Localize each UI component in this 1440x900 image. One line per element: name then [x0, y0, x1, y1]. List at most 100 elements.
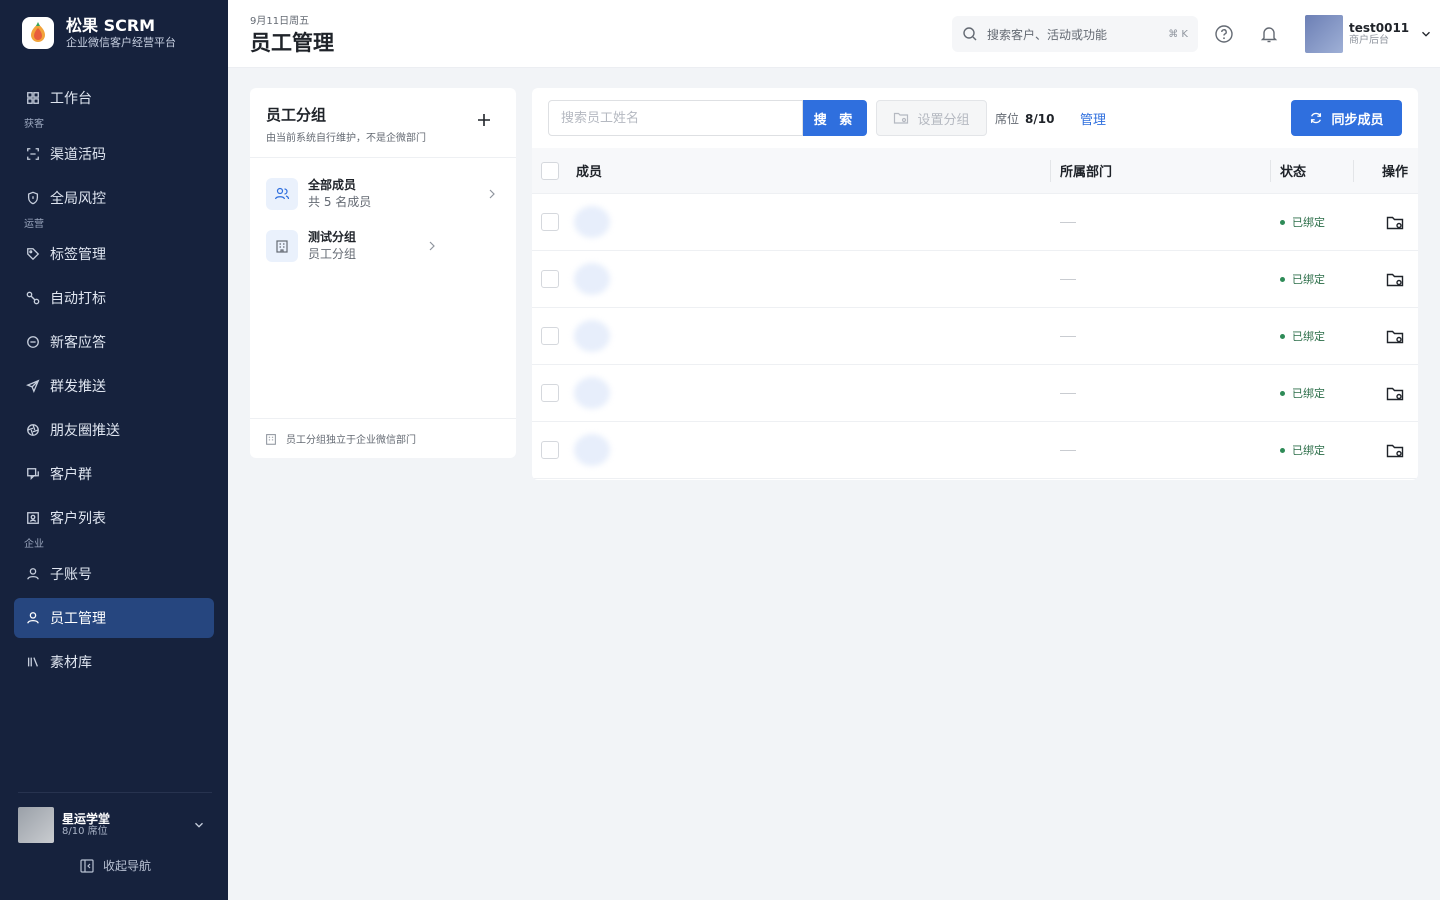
status-badge: 已绑定	[1280, 365, 1325, 421]
row-checkbox[interactable]	[541, 384, 559, 402]
nav-label: 客户群	[50, 467, 92, 483]
brand[interactable]: 松果 SCRM 企业微信客户经营平台	[22, 16, 176, 50]
global-search-placeholder: 搜索客户、活动或功能	[987, 27, 1108, 42]
nav-item-new-reply[interactable]: 新客应答	[14, 322, 214, 362]
column-member: 成员	[576, 165, 603, 180]
add-group-icon[interactable]	[474, 110, 494, 130]
page-title: 员工管理	[250, 31, 334, 55]
contact-card-icon	[26, 511, 40, 525]
nav-label: 全局风控	[50, 191, 106, 207]
nav-item-mass-push[interactable]: 群发推送	[14, 366, 214, 406]
group-item-test[interactable]: 测试分组 员工分组	[266, 226, 356, 266]
row-checkbox[interactable]	[541, 213, 559, 231]
search-button[interactable]: 搜 索	[803, 100, 867, 136]
org-switcher[interactable]: 星运学堂 8/10 席位	[18, 807, 212, 843]
user-menu[interactable]: test0011 商户后台	[1305, 15, 1433, 53]
folder-gear-icon[interactable]	[1385, 213, 1405, 233]
folder-gear-icon	[894, 112, 909, 124]
nav-label: 工作台	[50, 91, 92, 107]
avatar	[574, 320, 610, 352]
chevron-right-icon	[429, 241, 435, 251]
user-role: 商户后台	[1349, 35, 1389, 46]
nav-item-risk-control[interactable]: 全局风控	[14, 178, 214, 218]
search-shortcut: ⌘ K	[1168, 28, 1188, 40]
user-icon	[26, 567, 40, 581]
group-panel: 员工分组 由当前系统自行维护，不是企微部门 全部成员 共 5 名成员 测试分组 …	[250, 88, 516, 458]
folder-gear-icon[interactable]	[1385, 270, 1405, 290]
bell-icon[interactable]	[1259, 24, 1279, 44]
collapse-icon	[80, 858, 94, 873]
group-item-all[interactable]: 全部成员 共 5 名成员	[266, 174, 371, 214]
chevron-down-icon	[195, 822, 203, 828]
group-panel-title: 员工分组	[266, 106, 327, 124]
group-panel-subtitle: 由当前系统自行维护，不是企微部门	[266, 133, 426, 144]
help-icon[interactable]	[1214, 24, 1234, 44]
set-group-button[interactable]: 设置分组	[876, 100, 987, 136]
table-row[interactable]: 已绑定	[532, 251, 1418, 308]
member-search-input[interactable]	[548, 100, 803, 136]
member-toolbar: 搜 索 设置分组 席位 8/10 管理 同步成员	[548, 100, 1402, 136]
nav-label: 朋友圈推送	[50, 423, 120, 439]
avatar	[574, 263, 610, 295]
nav-label: 子账号	[50, 567, 92, 583]
nav-label: 标签管理	[50, 247, 106, 263]
collapse-label: 收起导航	[102, 859, 151, 873]
avatar	[574, 434, 610, 466]
user-name: test0011	[1349, 21, 1410, 35]
nav-item-staff-manage[interactable]: 员工管理	[14, 598, 214, 638]
nav-item-workbench[interactable]: 工作台	[14, 78, 214, 118]
nav-item-tag-manage[interactable]: 标签管理	[14, 234, 214, 274]
set-group-label: 设置分组	[917, 112, 970, 128]
nav-label: 渠道活码	[50, 147, 106, 163]
org-seats: 8/10 席位	[62, 826, 108, 837]
aperture-icon	[26, 423, 40, 437]
group-name: 全部成员	[308, 178, 357, 192]
status-badge: 已绑定	[1280, 251, 1325, 307]
table-row[interactable]: 已绑定	[532, 422, 1418, 479]
nav-item-customer-group[interactable]: 客户群	[14, 454, 214, 494]
header-date: 9月11日周五	[250, 16, 310, 27]
dept-empty	[1060, 279, 1076, 280]
sync-label: 同步成员	[1331, 112, 1384, 128]
sync-members-button[interactable]: 同步成员	[1291, 100, 1402, 136]
table-row[interactable]: 已绑定	[532, 365, 1418, 422]
dept-empty	[1060, 336, 1076, 337]
nav-section-acquire: 获客	[24, 119, 44, 130]
folder-gear-icon[interactable]	[1385, 441, 1405, 461]
manage-link[interactable]: 管理	[1080, 109, 1106, 128]
nav-item-customer-list[interactable]: 客户列表	[14, 498, 214, 538]
group-panel-footer: 员工分组独立于企业微信部门	[250, 418, 516, 458]
row-checkbox[interactable]	[541, 441, 559, 459]
status-badge: 已绑定	[1280, 422, 1325, 478]
folder-gear-icon[interactable]	[1385, 384, 1405, 404]
brand-logo	[22, 17, 54, 49]
table-row[interactable]: 已绑定	[532, 308, 1418, 365]
seats-label: 席位	[995, 112, 1020, 126]
table-header: 成员 所属部门 状态 操作	[532, 148, 1418, 194]
collapse-nav-button[interactable]: 收起导航	[18, 857, 212, 874]
nav-label: 客户列表	[50, 511, 106, 527]
group-sub: 员工分组	[308, 247, 357, 261]
row-checkbox[interactable]	[541, 327, 559, 345]
nav-item-channel-code[interactable]: 渠道活码	[14, 134, 214, 174]
nav-item-auto-tag[interactable]: 自动打标	[14, 278, 214, 318]
nav-item-sub-account[interactable]: 子账号	[14, 554, 214, 594]
tag-icon	[26, 247, 40, 261]
group-name: 测试分组	[308, 230, 357, 244]
select-all-checkbox[interactable]	[541, 162, 559, 180]
users-icon	[266, 178, 298, 210]
status-badge: 已绑定	[1280, 308, 1325, 364]
nav-label: 新客应答	[50, 335, 106, 351]
nav-label: 素材库	[50, 655, 92, 671]
nav-item-material[interactable]: 素材库	[14, 642, 214, 682]
table-row[interactable]: 已绑定	[532, 194, 1418, 251]
global-search[interactable]: 搜索客户、活动或功能 ⌘ K	[952, 16, 1198, 52]
status-badge: 已绑定	[1280, 194, 1325, 250]
group-sub: 共 5 名成员	[308, 195, 372, 209]
folder-gear-icon[interactable]	[1385, 327, 1405, 347]
send-icon	[26, 379, 40, 393]
column-divider	[1353, 160, 1354, 182]
nav-item-moments-push[interactable]: 朋友圈推送	[14, 410, 214, 450]
avatar	[1305, 15, 1343, 53]
row-checkbox[interactable]	[541, 270, 559, 288]
